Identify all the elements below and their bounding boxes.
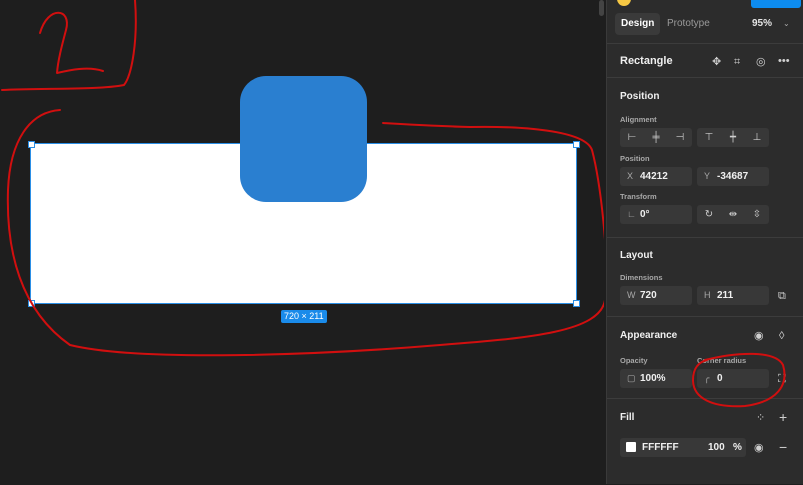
fill-swatch[interactable] bbox=[626, 442, 636, 452]
resize-handle-bottom-left[interactable] bbox=[28, 300, 35, 307]
user-avatar[interactable] bbox=[617, 0, 631, 6]
alignment-label: Alignment bbox=[620, 115, 657, 124]
appearance-section: Appearance ◉ ◊ Opacity Corner radius ▢ 1… bbox=[607, 316, 803, 399]
layer-name: Rectangle bbox=[620, 55, 673, 67]
add-fill-icon[interactable]: + bbox=[779, 410, 787, 424]
resize-handle-top-left[interactable] bbox=[28, 141, 35, 148]
transform-label: Transform bbox=[620, 192, 657, 201]
fill-opacity[interactable]: 100 bbox=[708, 438, 725, 457]
fill-title: Fill bbox=[620, 412, 635, 423]
y-prefix: Y bbox=[704, 171, 711, 181]
tab-prototype[interactable]: Prototype bbox=[667, 13, 710, 35]
layout-title: Layout bbox=[620, 250, 653, 261]
opacity-value: 100% bbox=[640, 373, 666, 384]
more-options-icon[interactable]: ••• bbox=[778, 55, 790, 67]
horizontal-align-group: ⊢ ╪ ⊣ bbox=[620, 128, 692, 147]
rotation-field[interactable]: ∟ 0° bbox=[620, 205, 692, 224]
fill-row[interactable]: FFFFFF 100 % bbox=[620, 438, 746, 457]
mask-icon[interactable]: ◎ bbox=[756, 56, 766, 68]
constrain-proportions-icon[interactable]: ⧉ bbox=[778, 290, 786, 302]
w-prefix: W bbox=[627, 290, 636, 300]
h-value: 211 bbox=[717, 290, 734, 301]
dimension-badge: 720 × 211 bbox=[281, 310, 327, 323]
chevron-down-icon[interactable]: ⌄ bbox=[783, 13, 790, 35]
canvas[interactable]: 720 × 211 bbox=[0, 0, 604, 484]
w-value: 720 bbox=[640, 290, 657, 301]
opacity-label: Opacity bbox=[620, 356, 648, 365]
flip-vertical-icon[interactable]: ⇳ bbox=[745, 205, 769, 224]
corner-radius-value: 0 bbox=[717, 373, 723, 384]
align-center-h-icon[interactable]: ╪ bbox=[644, 128, 668, 147]
eye-icon[interactable]: ◉ bbox=[754, 330, 764, 342]
rotation-value: 0° bbox=[640, 209, 650, 220]
share-button[interactable] bbox=[751, 0, 801, 8]
fill-percent: % bbox=[733, 442, 742, 453]
vertical-align-group: ⊤ ┿ ⊥ bbox=[697, 128, 769, 147]
y-value: -34687 bbox=[717, 171, 749, 182]
remove-fill-icon[interactable]: − bbox=[779, 440, 787, 454]
properties-panel: Design Prototype 95% ⌄ Rectangle ✥ ⌗ ◎ •… bbox=[606, 0, 803, 484]
appearance-title: Appearance bbox=[620, 330, 678, 341]
fill-section: Fill ⁘ + FFFFFF 100 % ◉ − bbox=[607, 398, 803, 485]
width-field[interactable]: W 720 bbox=[620, 286, 692, 305]
align-bottom-icon[interactable]: ⊥ bbox=[745, 128, 769, 147]
position-title: Position bbox=[620, 91, 660, 102]
layout-section: Layout Dimensions W 720 H 211 ⧉ bbox=[607, 237, 803, 317]
styles-grid-icon[interactable]: ⁘ bbox=[756, 412, 765, 424]
x-prefix: X bbox=[627, 171, 634, 181]
rotation-icon: ∟ bbox=[627, 209, 636, 219]
align-left-icon[interactable]: ⊢ bbox=[620, 128, 644, 147]
align-top-icon[interactable]: ⊤ bbox=[697, 128, 721, 147]
independent-corners-icon[interactable]: ⛶ bbox=[778, 373, 786, 385]
zoom-level[interactable]: 95% bbox=[752, 13, 772, 35]
position-label: Position bbox=[620, 154, 650, 163]
h-prefix: H bbox=[704, 290, 711, 300]
x-value: 44212 bbox=[640, 171, 668, 182]
resize-handle-bottom-right[interactable] bbox=[573, 300, 580, 307]
corner-radius-field[interactable]: ╭ 0 bbox=[697, 369, 769, 388]
tab-design[interactable]: Design bbox=[615, 13, 661, 35]
layer-header: Rectangle ✥ ⌗ ◎ ••• bbox=[607, 43, 803, 78]
align-right-icon[interactable]: ⊣ bbox=[668, 128, 692, 147]
resize-handle-top-right[interactable] bbox=[573, 141, 580, 148]
opacity-field[interactable]: ▢ 100% bbox=[620, 369, 692, 388]
align-middle-icon[interactable]: ┿ bbox=[721, 128, 745, 147]
canvas-scrollbar[interactable] bbox=[599, 0, 604, 16]
position-section: Position Alignment ⊢ ╪ ⊣ ⊤ ┿ ⊥ Position … bbox=[607, 77, 803, 238]
fill-visibility-eye-icon[interactable]: ◉ bbox=[754, 442, 764, 454]
x-position-field[interactable]: X 44212 bbox=[620, 167, 692, 186]
fill-hex[interactable]: FFFFFF bbox=[642, 438, 679, 457]
corner-radius-label: Corner radius bbox=[697, 356, 747, 365]
corner-radius-icon: ╭ bbox=[704, 373, 710, 383]
blue-rounded-square[interactable] bbox=[240, 76, 367, 202]
y-position-field[interactable]: Y -34687 bbox=[697, 167, 769, 186]
blend-mode-icon[interactable]: ◊ bbox=[779, 330, 784, 342]
rotate-icon[interactable]: ↻ bbox=[697, 205, 721, 224]
flip-horizontal-icon[interactable]: ⇹ bbox=[721, 205, 745, 224]
opacity-icon: ▢ bbox=[627, 373, 636, 383]
component-icon[interactable]: ✥ bbox=[712, 56, 721, 68]
transform-group: ↻ ⇹ ⇳ bbox=[697, 205, 769, 224]
height-field[interactable]: H 211 bbox=[697, 286, 769, 305]
dimensions-label: Dimensions bbox=[620, 273, 663, 282]
frame-icon[interactable]: ⌗ bbox=[734, 56, 740, 68]
